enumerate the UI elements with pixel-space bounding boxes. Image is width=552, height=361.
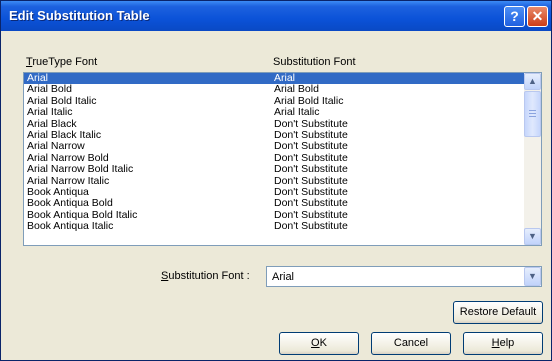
- substitution-font-value: Arial: [272, 271, 295, 283]
- truetype-font-cell: Book Antiqua Bold: [27, 197, 113, 210]
- title-bar[interactable]: Edit Substitution Table ? ✕: [1, 1, 551, 31]
- chevron-down-icon[interactable]: ▼: [524, 267, 541, 286]
- grip-line: [529, 113, 536, 114]
- help-button[interactable]: Help: [463, 332, 543, 355]
- close-icon[interactable]: ✕: [527, 6, 548, 27]
- scroll-down-icon[interactable]: ▼: [524, 228, 541, 245]
- dialog-window: Edit Substitution Table ? ✕ TrueType Fon…: [0, 0, 552, 361]
- truetype-font-header: TrueType Font: [26, 56, 98, 68]
- ok-button[interactable]: OK: [279, 332, 359, 355]
- font-list[interactable]: Arial Arial Arial Bold Arial Bold Arial Bold…: [23, 72, 542, 246]
- grip-line: [529, 110, 536, 111]
- font-list-row[interactable]: Arial Narrow Bold Italic Don't Substitute: [24, 163, 525, 176]
- truetype-font-cell: Book Antiqua Italic: [27, 220, 114, 233]
- substitution-font-cell: Don't Substitute: [274, 220, 348, 233]
- substitution-font-header: Substitution Font: [273, 56, 356, 68]
- grip-line: [529, 116, 536, 117]
- substitution-font-label: Substitution Font :: [161, 270, 250, 282]
- help-icon[interactable]: ?: [504, 6, 525, 27]
- cancel-button[interactable]: Cancel: [371, 332, 451, 355]
- scroll-up-icon[interactable]: ▲: [524, 73, 541, 90]
- dialog-title: Edit Substitution Table: [9, 8, 150, 23]
- vertical-scrollbar[interactable]: ▲ ▼: [524, 73, 541, 245]
- truetype-font-cell: Arial Narrow Bold Italic: [27, 163, 134, 176]
- substitution-font-cell: Arial Italic: [274, 106, 320, 119]
- substitution-font-select[interactable]: Arial ▼: [266, 266, 542, 287]
- substitution-font-cell: Don't Substitute: [274, 197, 348, 210]
- font-list-row[interactable]: Book Antiqua Italic Don't Substitute: [24, 220, 525, 233]
- substitution-font-cell: Don't Substitute: [274, 163, 348, 176]
- truetype-font-cell: Arial Italic: [27, 106, 73, 119]
- font-list-row[interactable]: Book Antiqua Bold Don't Substitute: [24, 197, 525, 210]
- font-list-row[interactable]: Arial Italic Arial Italic: [24, 106, 525, 119]
- restore-default-button[interactable]: Restore Default: [453, 301, 543, 324]
- scroll-thumb[interactable]: [524, 91, 541, 137]
- font-rows: Arial Arial Arial Bold Arial Bold Arial Bold…: [24, 73, 525, 232]
